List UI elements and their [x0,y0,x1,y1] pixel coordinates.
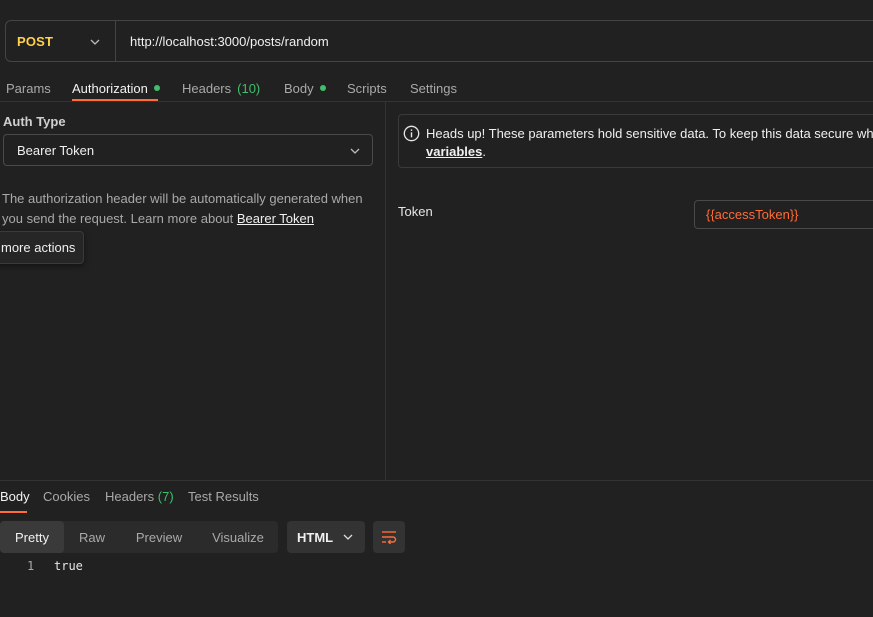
response-tab-headers[interactable]: Headers (7) [105,489,174,504]
status-dot [153,85,160,91]
response-divider[interactable] [0,480,873,481]
response-tab-cookies[interactable]: Cookies [43,489,90,504]
format-value: HTML [297,529,334,545]
warning-text-line2: variables. [426,144,486,159]
view-raw-button[interactable]: Raw [64,521,120,553]
variables-link[interactable]: variables [426,144,482,159]
chevron-down-icon [90,39,100,45]
line-number: 1 [27,559,35,573]
view-visualize-button[interactable]: Visualize [198,521,278,553]
divider [0,101,873,102]
auth-type-label: Auth Type [3,114,66,129]
tab-authorization[interactable]: Authorization [72,75,160,101]
chevron-down-icon [343,534,353,540]
more-actions-tooltip: more actions [0,231,85,264]
view-preview-button[interactable]: Preview [120,521,198,553]
token-input[interactable]: {{accessToken}} [694,200,873,229]
tab-label: Authorization [72,80,148,96]
warning-text: Heads up! These parameters hold sensitiv… [426,126,873,141]
tab-params[interactable]: Params [6,75,51,101]
tab-label: Params [6,80,51,96]
response-tab-body[interactable]: Body [0,489,30,504]
tab-headers[interactable]: Headers (10) [182,75,260,101]
info-icon [403,125,420,142]
response-tab-test-results[interactable]: Test Results [188,489,259,504]
view-mode-group: Pretty Raw Preview Visualize [0,521,278,553]
tab-label: Body [284,80,314,96]
active-tab-indicator [0,511,27,513]
format-select[interactable]: HTML [287,521,365,553]
auth-type-value: Bearer Token [17,142,95,158]
tab-body[interactable]: Body [284,75,326,101]
url-input[interactable]: http://localhost:3000/posts/random [116,34,329,49]
tab-scripts[interactable]: Scripts [347,75,387,101]
sensitive-data-warning: Heads up! These parameters hold sensitiv… [398,114,873,168]
bearer-token-link[interactable]: Bearer Token [237,211,314,226]
request-url-bar: POST http://localhost:3000/posts/random [5,20,873,62]
tab-count: (10) [237,80,261,96]
tab-label: Headers [182,80,232,96]
token-label: Token [398,204,433,219]
view-pretty-button[interactable]: Pretty [0,521,64,553]
auth-description: The authorization header will be automat… [2,189,372,229]
panel-divider[interactable] [385,102,386,480]
auth-type-select[interactable]: Bearer Token [3,134,373,166]
warning-suffix: . [482,144,486,159]
tab-label: Scripts [347,80,387,96]
tab-settings[interactable]: Settings [410,75,457,101]
response-body-text[interactable]: true [54,559,83,573]
wrap-lines-button[interactable] [373,521,405,553]
wrap-lines-icon [382,531,397,544]
tab-count: (7) [157,489,174,504]
method-label: POST [17,33,54,49]
tab-label: Settings [410,80,457,96]
tab-label: Headers [105,489,155,504]
status-dot [319,85,326,91]
method-select[interactable]: POST [6,21,116,61]
chevron-down-icon [350,148,360,154]
